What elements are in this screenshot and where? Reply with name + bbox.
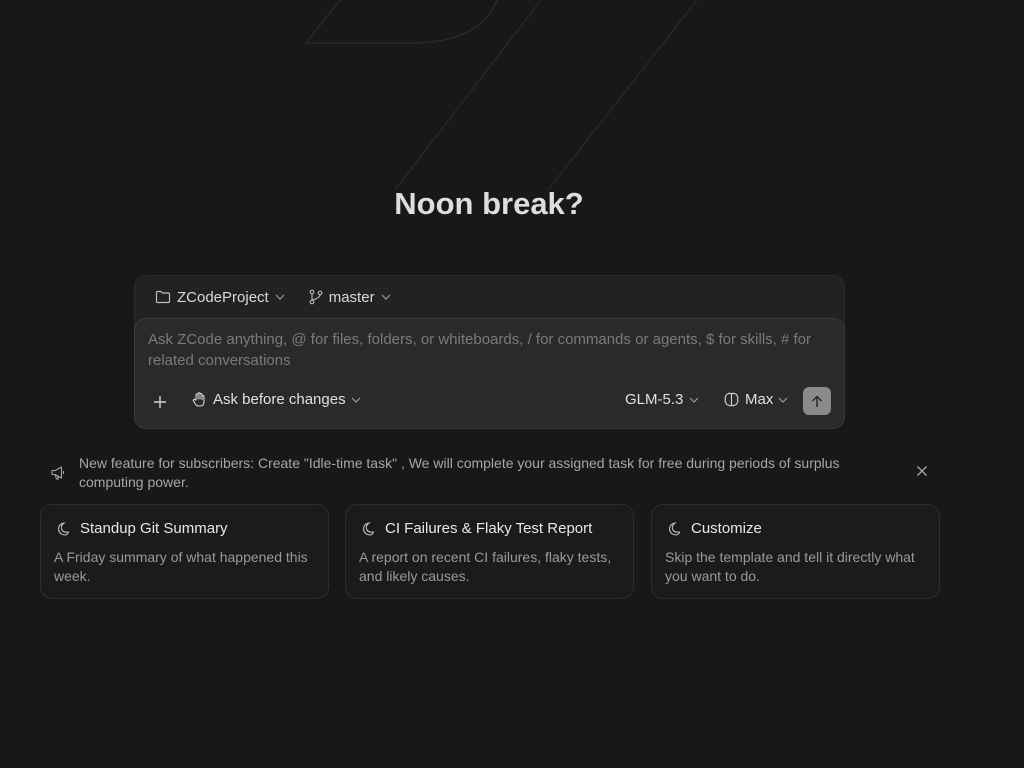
project-label: ZCodeProject [177, 288, 269, 306]
input-panel: Ask before changes GLM-5.3 Max [134, 318, 845, 429]
chevron-down-icon [689, 397, 699, 403]
megaphone-icon [51, 466, 65, 480]
permission-mode-label: Ask before changes [213, 391, 346, 408]
card-description: A Friday summary of what happened this w… [54, 549, 308, 584]
moon-icon [362, 521, 375, 536]
send-button[interactable] [803, 387, 831, 415]
add-attachment-button[interactable] [152, 394, 168, 410]
permission-mode-selector[interactable]: Ask before changes [191, 391, 361, 408]
arrow-up-icon [811, 394, 823, 407]
moon-icon [668, 521, 681, 536]
chevron-down-icon [778, 397, 788, 403]
reasoning-effort-selector[interactable]: Max [723, 391, 788, 408]
branch-selector[interactable]: master [309, 289, 391, 306]
branch-label: master [328, 288, 375, 306]
prompt-input[interactable] [148, 329, 838, 375]
hand-icon [192, 392, 205, 407]
template-card-ci-failures[interactable]: CI Failures & Flaky Test Report A report… [345, 504, 634, 599]
project-selector[interactable]: ZCodeProject [155, 289, 285, 306]
composer-toolbar: Ask before changes GLM-5.3 Max [135, 387, 844, 417]
folder-icon [155, 290, 171, 304]
card-title: Standup Git Summary [80, 520, 228, 537]
context-bar: ZCodeProject master [155, 288, 391, 306]
chevron-down-icon [381, 294, 390, 300]
template-card-customize[interactable]: Customize Skip the template and tell it … [651, 504, 940, 599]
template-card-standup-git-summary[interactable]: Standup Git Summary A Friday summary of … [40, 504, 329, 599]
composer: ZCodeProject master Ask ZCode anything, … [134, 275, 845, 429]
card-description: A report on recent CI failures, flaky te… [359, 549, 612, 584]
card-title: CI Failures & Flaky Test Report [385, 520, 593, 537]
subscriber-notice: New feature for subscribers: Create "Idl… [50, 454, 940, 494]
effort-label: Max [745, 391, 774, 408]
model-selector[interactable]: GLM-5.3 [625, 391, 699, 408]
greeting-heading: Noon break? [394, 186, 584, 221]
close-icon[interactable] [916, 465, 928, 477]
card-title: Customize [691, 520, 762, 537]
model-label: GLM-5.3 [625, 391, 684, 408]
notice-text: New feature for subscribers: Create "Idl… [79, 455, 840, 490]
git-branch-icon [309, 289, 323, 305]
chevron-down-icon [351, 397, 361, 403]
moon-icon [57, 521, 70, 536]
brain-icon [724, 392, 739, 407]
card-description: Skip the template and tell it directly w… [665, 549, 915, 584]
chevron-down-icon [275, 294, 285, 300]
